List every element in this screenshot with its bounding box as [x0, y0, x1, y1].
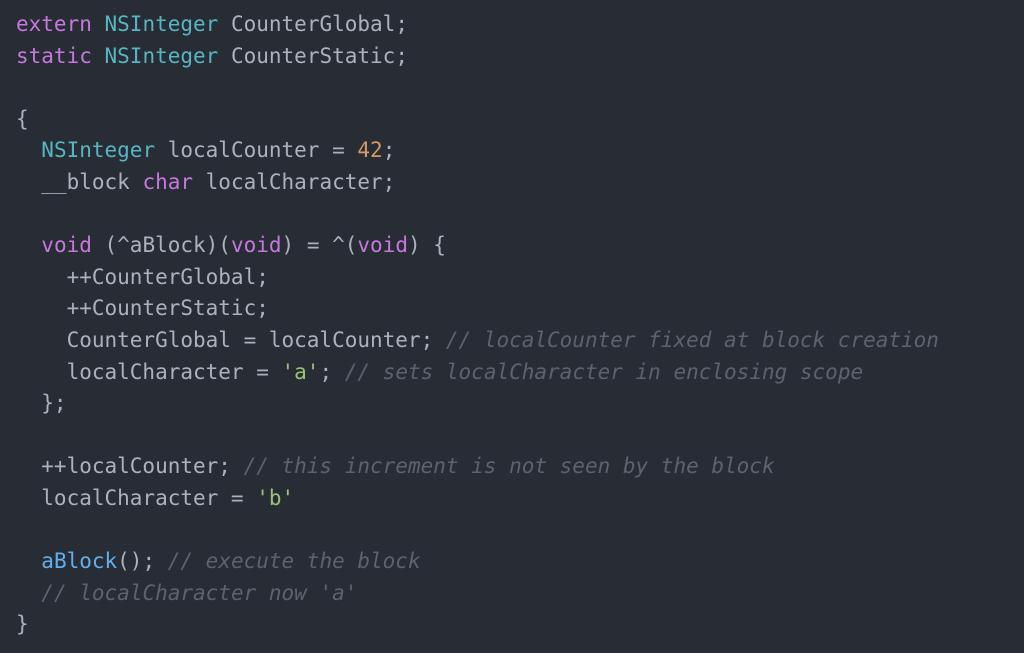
- code-token-comment: // localCounter fixed at block creation: [445, 327, 939, 352]
- code-token-keyword: char: [142, 169, 194, 194]
- code-token-type: NSInteger: [104, 12, 219, 36]
- code-token-plain: localCharacter =: [16, 359, 282, 384]
- code-token-plain: ;: [319, 359, 345, 384]
- code-token-plain: localCharacter;: [193, 169, 396, 194]
- code-token-plain: };: [16, 391, 67, 416]
- code-token-plain: CounterGlobal = localCounter;: [16, 327, 446, 352]
- code-token-plain: (^aBlock)(: [91, 233, 231, 258]
- code-token-plain: CounterStatic;: [218, 43, 408, 68]
- code-token-comment: // sets localCharacter in enclosing scop…: [344, 359, 864, 384]
- code-token-keyword: extern: [16, 12, 92, 36]
- code-line: // localCharacter now 'a': [16, 578, 1016, 610]
- code-token-comment: // localCharacter now 'a': [41, 580, 358, 605]
- code-token-plain: ;: [382, 138, 396, 163]
- code-token-type: NSInteger: [104, 43, 219, 68]
- code-token-plain: ();: [117, 549, 168, 574]
- code-line: }: [16, 609, 1016, 641]
- code-token-plain: ++localCounter;: [16, 454, 244, 479]
- code-token-plain: ++CounterStatic;: [16, 296, 269, 321]
- code-token-function: aBlock: [41, 549, 118, 574]
- code-token-keyword: void: [41, 233, 92, 258]
- code-token-plain: __block: [16, 169, 143, 194]
- code-line: localCharacter = 'a'; // sets localChara…: [16, 357, 1016, 389]
- code-token-type: NSInteger: [41, 138, 156, 163]
- code-token-comment: // execute the block: [167, 549, 421, 574]
- code-token-keyword: static: [16, 43, 92, 68]
- code-token-keyword: void: [230, 233, 282, 258]
- code-token-plain: {: [16, 106, 29, 131]
- code-token-number: 42: [357, 138, 383, 163]
- code-line: CounterGlobal = localCounter; // localCo…: [16, 325, 1016, 357]
- code-line: static NSInteger CounterStatic;: [16, 41, 1016, 73]
- code-line: };: [16, 388, 1016, 420]
- code-token-plain: CounterGlobal;: [218, 12, 408, 36]
- code-line: ++localCounter; // this increment is not…: [16, 451, 1016, 483]
- code-token-plain: }: [16, 612, 29, 637]
- code-token-comment: // this increment is not seen by the blo…: [243, 454, 775, 479]
- code-line: ++CounterGlobal;: [16, 262, 1016, 294]
- code-token-plain: ++CounterGlobal;: [16, 264, 269, 289]
- code-line: {: [16, 104, 1016, 136]
- code-line: localCharacter = 'b': [16, 483, 1016, 515]
- code-editor[interactable]: extern NSInteger CounterGlobal; static NS…: [16, 9, 1016, 649]
- code-line: aBlock(); // execute the block: [16, 546, 1016, 578]
- code-line: __block char localCharacter;: [16, 167, 1016, 199]
- code-token-plain: ) = ^(: [281, 233, 358, 258]
- code-line: ++CounterStatic;: [16, 293, 1016, 325]
- code-token-plain: localCharacter =: [16, 485, 257, 510]
- code-line: void (^aBlock)(void) = ^(void) {: [16, 230, 1016, 262]
- code-line: NSInteger localCounter = 42;: [16, 135, 1016, 167]
- code-token-plain: ) {: [407, 233, 446, 258]
- code-line: extern NSInteger CounterGlobal;: [16, 9, 1016, 41]
- code-token-plain: localCounter =: [155, 138, 358, 163]
- code-token-keyword: void: [357, 233, 408, 258]
- code-token-string: 'a': [281, 359, 320, 384]
- code-token-string: 'b': [256, 485, 295, 510]
